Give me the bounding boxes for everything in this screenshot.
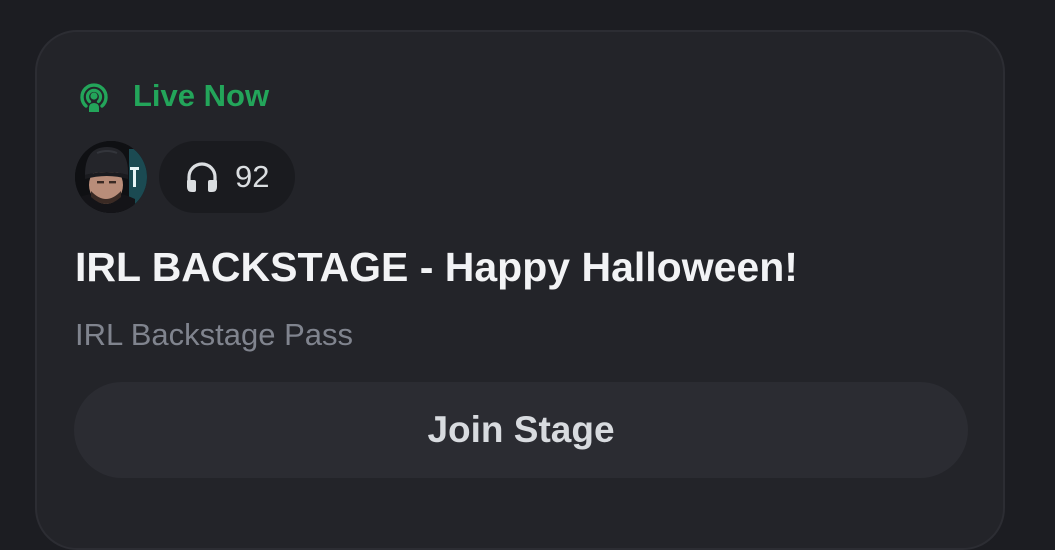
stage-event-card: Live Now 92 IRL BACKSTAGE - Happy Hallow… [35,30,1005,550]
listener-count: 92 [235,159,270,194]
stage-meta: 92 [75,140,296,214]
listener-count-pill: 92 [159,141,296,213]
live-status: Live Now [77,76,269,116]
stage-title: IRL BACKSTAGE - Happy Halloween! [75,244,798,290]
speaker-avatar[interactable] [75,141,147,213]
live-stage-icon [77,79,111,113]
join-stage-button[interactable]: Join Stage [74,382,968,478]
live-now-label: Live Now [133,78,270,113]
headphones-icon [183,158,221,196]
stage-server-name: IRL Backstage Pass [75,317,353,352]
